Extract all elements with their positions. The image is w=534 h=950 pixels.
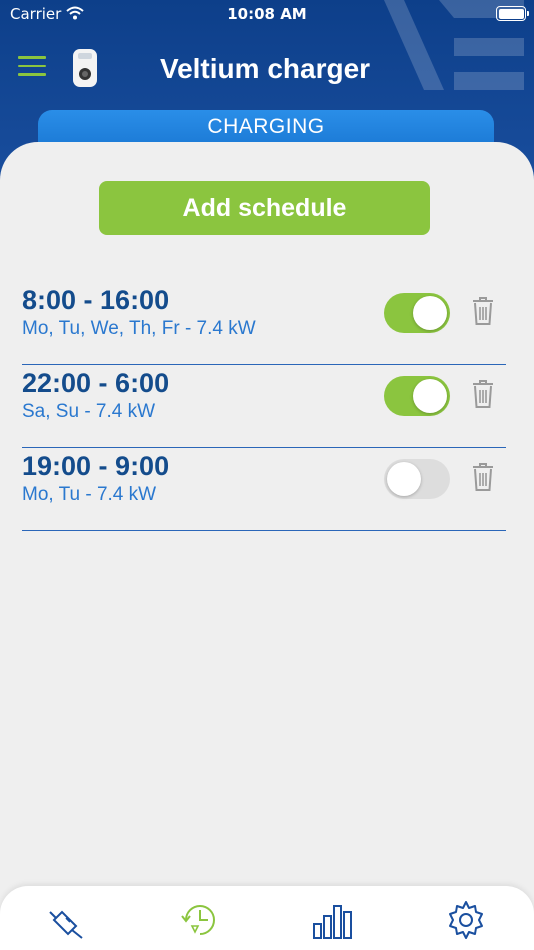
schedule-details: Mo, Tu - 7.4 kW bbox=[22, 484, 157, 505]
schedule-details: Sa, Su - 7.4 kW bbox=[22, 401, 156, 422]
schedule-list: 8:00 - 16:00 Mo, Tu, We, Th, Fr - 7.4 kW… bbox=[22, 282, 506, 531]
menu-icon[interactable] bbox=[18, 56, 46, 80]
bottom-nav bbox=[0, 886, 534, 950]
app-title: Veltium charger bbox=[159, 53, 371, 84]
schedule-toggle[interactable] bbox=[384, 293, 450, 333]
schedule-item[interactable]: 8:00 - 16:00 Mo, Tu, We, Th, Fr - 7.4 kW bbox=[22, 282, 506, 365]
trash-icon[interactable] bbox=[471, 296, 495, 326]
status-bar: Carrier 10:08 AM bbox=[0, 0, 534, 30]
add-schedule-button[interactable]: Add schedule bbox=[99, 181, 430, 235]
schedule-time-range: 8:00 - 16:00 bbox=[22, 285, 170, 315]
status-time: 10:08 AM bbox=[227, 5, 307, 23]
schedule-toggle[interactable] bbox=[384, 459, 450, 499]
main-panel bbox=[0, 142, 534, 950]
trash-icon[interactable] bbox=[471, 379, 495, 409]
schedule-details: Mo, Tu, We, Th, Fr - 7.4 kW bbox=[22, 318, 256, 339]
schedule-time-range: 19:00 - 9:00 bbox=[22, 451, 170, 481]
schedule-toggle[interactable] bbox=[384, 376, 450, 416]
trash-icon[interactable] bbox=[471, 462, 495, 492]
charging-plug-icon[interactable] bbox=[46, 898, 90, 942]
statistics-bar-chart-icon[interactable] bbox=[310, 898, 354, 942]
schedule-time-range: 22:00 - 6:00 bbox=[22, 368, 170, 398]
schedule-clock-icon[interactable] bbox=[178, 898, 222, 942]
charger-device-icon bbox=[73, 49, 97, 87]
schedule-item[interactable]: 19:00 - 9:00 Mo, Tu - 7.4 kW bbox=[22, 448, 506, 531]
schedule-item[interactable]: 22:00 - 6:00 Sa, Su - 7.4 kW bbox=[22, 365, 506, 448]
settings-gear-icon[interactable] bbox=[444, 898, 488, 942]
battery-icon bbox=[496, 6, 529, 21]
